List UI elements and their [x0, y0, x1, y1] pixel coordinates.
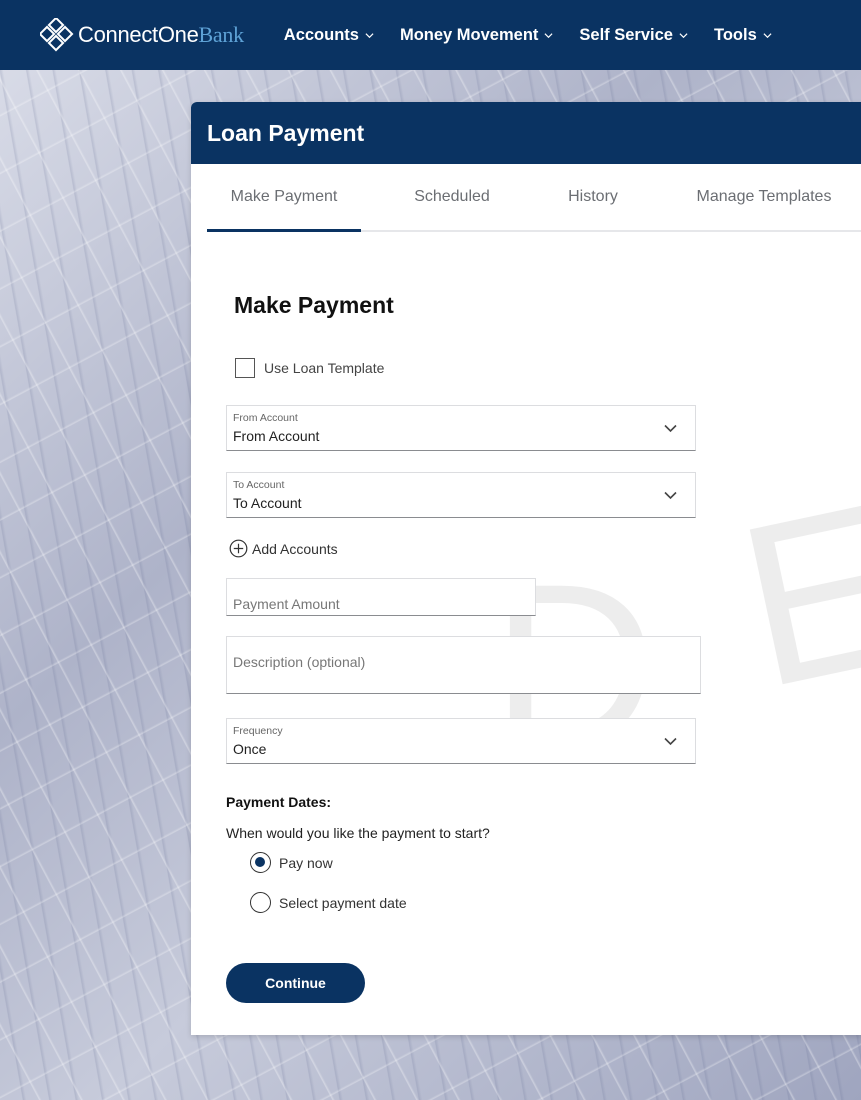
main-nav: Accounts Money Movement Self Service Too… [284, 26, 798, 45]
payment-dates-label: Payment Dates: [226, 794, 332, 810]
nav-self-service[interactable]: Self Service [579, 26, 688, 45]
tab-manage-templates-label: Manage Templates [696, 188, 832, 205]
from-account-select[interactable]: From Account From Account [226, 405, 696, 451]
chevron-down-icon [664, 424, 677, 433]
chevron-down-icon [679, 32, 688, 38]
chevron-down-icon [664, 737, 677, 746]
loan-payment-card: Loan Payment Make Payment Scheduled Hist… [191, 102, 861, 1035]
tab-make-payment[interactable]: Make Payment [207, 164, 361, 232]
nav-tools-label: Tools [713, 25, 757, 44]
tab-scheduled[interactable]: Scheduled [377, 164, 527, 230]
tab-manage-templates[interactable]: Manage Templates [677, 164, 851, 230]
chevron-down-icon [763, 32, 772, 38]
brand-logo[interactable]: ConnectOneBank [40, 18, 244, 52]
description-input[interactable]: Description (optional) [226, 636, 701, 694]
nav-self-service-label: Self Service [579, 25, 673, 44]
select-payment-date-label: Select payment date [279, 894, 407, 911]
pay-now-label: Pay now [279, 854, 333, 871]
add-accounts-link[interactable]: Add Accounts [229, 539, 338, 558]
use-loan-template-label: Use Loan Template [264, 360, 385, 376]
to-account-select[interactable]: To Account To Account [226, 472, 696, 518]
from-account-value: From Account [233, 428, 320, 444]
plus-circle-icon [229, 539, 248, 558]
brand-name-part2: Bank [198, 22, 245, 47]
payment-amount-placeholder: Payment Amount [233, 596, 340, 612]
card-header: Loan Payment [191, 102, 861, 164]
tab-scheduled-label: Scheduled [414, 188, 490, 205]
from-account-floating-label: From Account [233, 412, 298, 424]
watermark-letter-e: E [720, 452, 861, 737]
to-account-floating-label: To Account [233, 479, 285, 491]
brand-name: ConnectOneBank [78, 22, 244, 48]
tab-bar: Make Payment Scheduled History Manage Te… [207, 164, 861, 232]
form-title: Make Payment [234, 292, 394, 318]
brand-name-part1: ConnectOne [78, 22, 199, 47]
start-question: When would you like the payment to start… [226, 825, 490, 841]
radio-select-payment-date[interactable]: Select payment date [250, 892, 407, 913]
tab-make-payment-label: Make Payment [230, 187, 338, 205]
nav-accounts-label: Accounts [283, 25, 359, 44]
top-navigation-bar: ConnectOneBank Accounts Money Movement S… [0, 0, 861, 70]
tab-history[interactable]: History [527, 164, 659, 230]
chevron-down-icon [544, 32, 553, 38]
select-payment-date-radio[interactable] [250, 892, 271, 913]
frequency-value: Once [233, 741, 267, 757]
frequency-select[interactable]: Frequency Once [226, 718, 696, 764]
payment-amount-input[interactable]: Payment Amount [226, 578, 536, 616]
card-title: Loan Payment [207, 119, 365, 146]
add-accounts-label: Add Accounts [252, 540, 338, 557]
tab-history-label: History [568, 188, 618, 205]
frequency-floating-label: Frequency [233, 725, 283, 737]
nav-accounts[interactable]: Accounts [284, 26, 374, 45]
continue-button[interactable]: Continue [226, 963, 365, 1003]
chevron-down-icon [365, 32, 374, 38]
pay-now-radio[interactable] [250, 852, 271, 873]
use-loan-template-checkbox[interactable] [235, 358, 255, 378]
to-account-value: To Account [233, 495, 302, 511]
chevron-down-icon [664, 491, 677, 500]
nav-money-movement-label: Money Movement [399, 25, 539, 44]
radio-pay-now[interactable]: Pay now [250, 852, 333, 873]
nav-tools[interactable]: Tools [714, 26, 772, 45]
brand-diamond-icon [40, 18, 74, 52]
use-loan-template-row[interactable]: Use Loan Template [235, 358, 384, 378]
description-placeholder: Description (optional) [233, 654, 366, 670]
nav-money-movement[interactable]: Money Movement [400, 26, 553, 45]
